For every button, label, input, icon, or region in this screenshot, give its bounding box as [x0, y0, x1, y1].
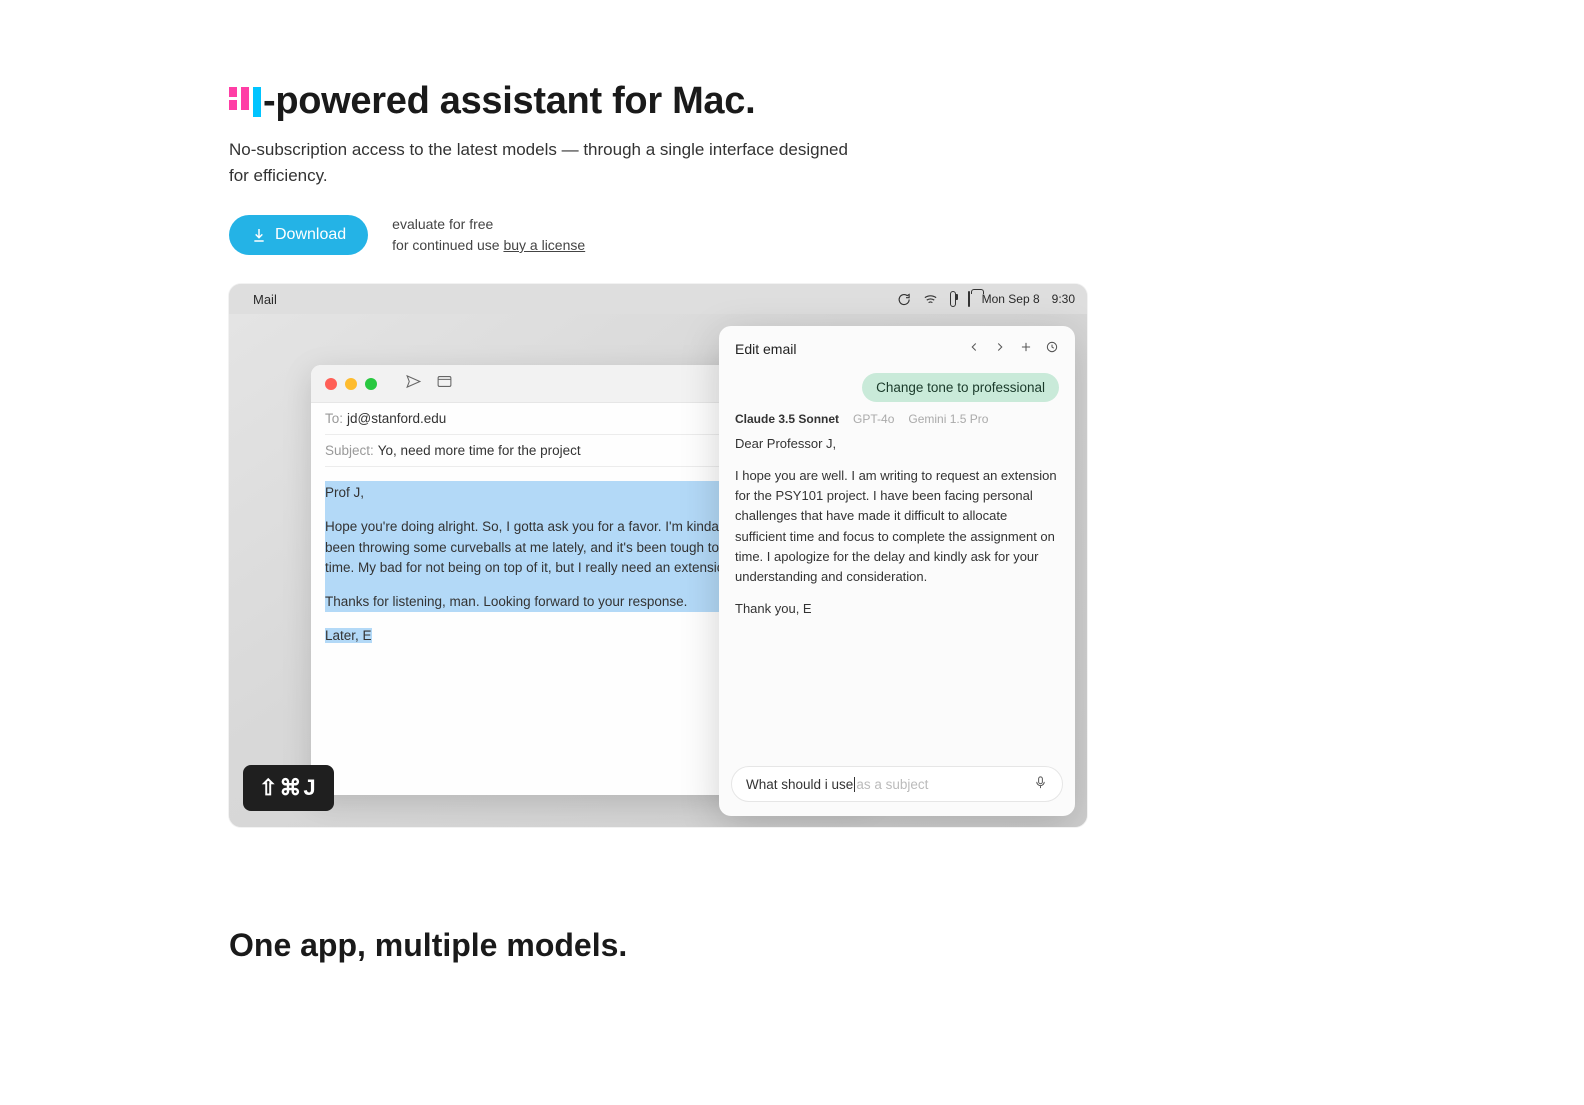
wifi-icon[interactable] — [923, 292, 938, 307]
reply-p3: Thank you, E — [735, 599, 1059, 619]
section-2-title: One app, multiple models. — [229, 927, 1100, 964]
menubar-app[interactable]: Mail — [253, 292, 277, 307]
shortcut-keys: ⇧⌘J — [259, 775, 318, 801]
reply-p1: Dear Professor J, — [735, 434, 1059, 454]
mail-body-p4: Later, E — [325, 628, 372, 643]
minimize-button[interactable] — [345, 378, 357, 390]
assistant-reply: Dear Professor J, I hope you are well. I… — [719, 434, 1075, 756]
maximize-button[interactable] — [365, 378, 377, 390]
download-label: Download — [275, 226, 346, 244]
assistant-panel: Edit email Change tone to professional C… — [719, 326, 1075, 816]
back-icon[interactable] — [967, 340, 981, 357]
menubar-date[interactable]: Mon Sep 8 — [982, 292, 1040, 306]
eval-line2-prefix: for continued use — [392, 237, 503, 253]
buy-license-link[interactable]: buy a license — [503, 237, 585, 253]
battery-icon[interactable] — [950, 292, 956, 306]
model-tab-gemini[interactable]: Gemini 1.5 Pro — [908, 412, 988, 426]
subject-label: Subject: — [325, 443, 374, 458]
assistant-title: Edit email — [735, 341, 796, 357]
mac-window: Mail Mon Sep 8 9:30 — [229, 284, 1087, 827]
input-ghost: as a subject — [856, 777, 928, 792]
download-icon — [251, 227, 267, 243]
text-cursor — [854, 777, 855, 792]
model-tab-gpt4o[interactable]: GPT-4o — [853, 412, 894, 426]
user-message: Change tone to professional — [862, 373, 1059, 402]
close-button[interactable] — [325, 378, 337, 390]
mic-icon[interactable] — [1033, 775, 1048, 793]
header-fields-icon[interactable] — [436, 373, 453, 395]
model-tab-claude[interactable]: Claude 3.5 Sonnet — [735, 412, 839, 426]
eval-text: evaluate for free for continued use buy … — [392, 214, 585, 256]
subject-value: Yo, need more time for the project — [378, 443, 581, 458]
reply-p2: I hope you are well. I am writing to req… — [735, 466, 1059, 587]
history-icon[interactable] — [1045, 340, 1059, 357]
send-icon[interactable] — [405, 373, 422, 395]
to-value: jd@stanford.edu — [347, 411, 446, 426]
control-center-icon[interactable] — [968, 292, 970, 306]
model-tabs: Claude 3.5 Sonnet GPT-4o Gemini 1.5 Pro — [719, 412, 1075, 434]
menubar: Mail Mon Sep 8 9:30 — [229, 284, 1087, 314]
download-button[interactable]: Download — [229, 215, 368, 255]
forward-icon[interactable] — [993, 340, 1007, 357]
to-label: To: — [325, 411, 343, 426]
menubar-time[interactable]: 9:30 — [1052, 292, 1075, 306]
eval-line1: evaluate for free — [392, 214, 585, 235]
shortcut-badge: ⇧⌘J — [243, 765, 334, 811]
hero-subtitle: No-subscription access to the latest mod… — [229, 137, 869, 188]
input-typed: What should i use — [746, 777, 853, 792]
hero-title: -powered assistant for Mac. — [229, 80, 1100, 123]
hero-title-text: -powered assistant for Mac. — [263, 80, 755, 123]
new-icon[interactable] — [1019, 340, 1033, 357]
chat-bubble-icon[interactable] — [896, 292, 911, 307]
assistant-input[interactable]: What should i use as a subject — [731, 766, 1063, 802]
logo-icon — [229, 87, 261, 117]
